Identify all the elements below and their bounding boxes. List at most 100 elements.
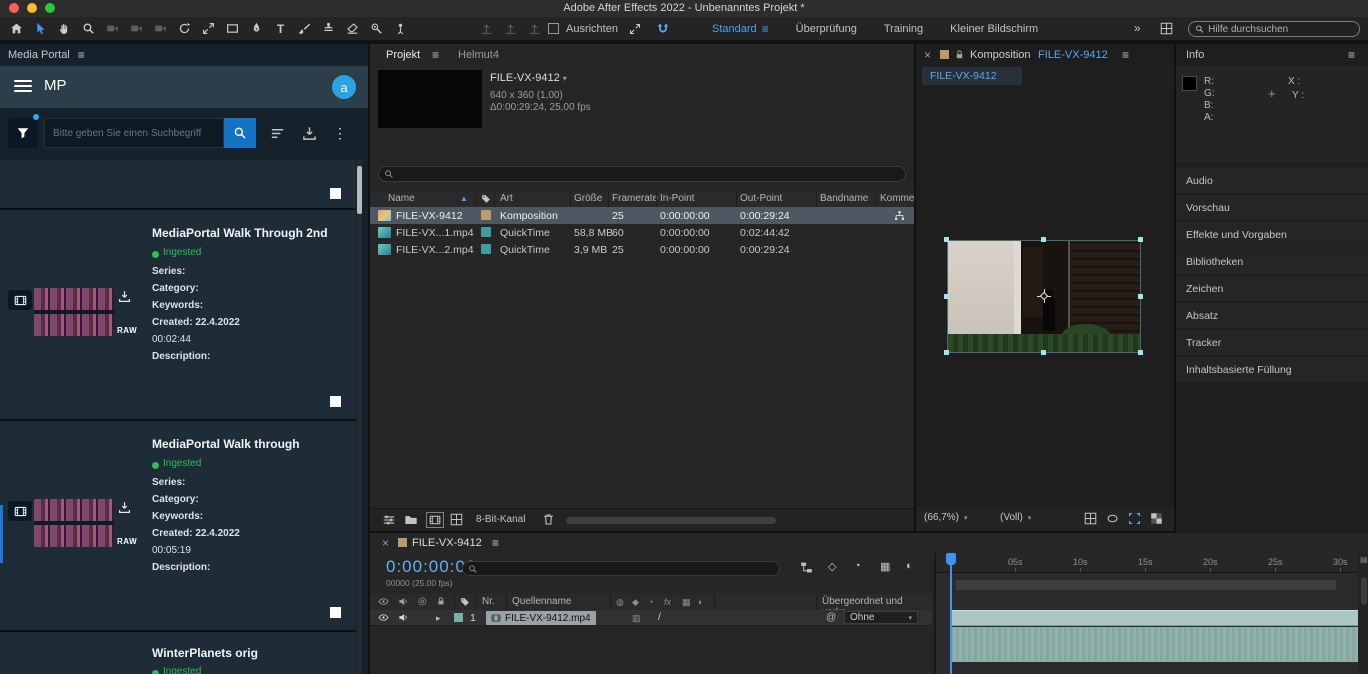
help-search-input[interactable] [1208,24,1353,35]
lock-column-icon[interactable] [436,596,446,606]
label-color-swatch[interactable] [481,210,491,220]
card-checkbox[interactable] [330,396,341,407]
pen-tool-icon[interactable] [246,17,267,40]
hand-tool-icon[interactable] [54,17,75,40]
hide-shy-layers-icon[interactable]: ◔ [854,560,861,572]
layer-switch-icon[interactable]: ▥ [632,613,641,624]
close-icon[interactable]: × [382,536,389,550]
panel-menu-icon[interactable]: ≡ [1122,48,1129,62]
media-card-partial[interactable] [0,160,356,208]
column-divider[interactable] [476,191,477,207]
work-area-bar[interactable] [950,580,1342,590]
tab-projekt[interactable]: Projekt [386,49,420,61]
timeline-tab[interactable]: FILE-VX-9412 [412,537,482,549]
close-icon[interactable]: × [924,48,931,62]
panel-tab-inhaltsbasierte-fuellung[interactable]: Inhaltsbasierte Füllung [1176,357,1368,382]
axis-mode-world-icon[interactable] [500,17,521,40]
time-ruler[interactable]: 05s 10s 15s 20s 25s 30s [936,553,1368,573]
workspace-overflow-chevron[interactable]: » [1134,21,1141,35]
column-divider[interactable] [608,191,609,207]
viewer-tab[interactable]: FILE-VX-9412 [922,67,1022,85]
filmstrip-thumbnails[interactable] [34,499,114,547]
home-tool-icon[interactable] [6,17,27,40]
workspace-tab-training[interactable]: Training [884,23,923,35]
solo-column-icon[interactable]: ◎ [418,596,427,607]
align-checkbox[interactable] [548,23,559,34]
pan-camera-tool-icon[interactable] [126,17,147,40]
column-name[interactable]: Name [388,193,415,204]
filter-button[interactable] [8,118,38,148]
card-checkbox[interactable] [330,607,341,618]
color-depth-button[interactable]: 8-Bit-Kanal [476,514,525,525]
layer-row[interactable]: ▸ 1 FILE-VX-9412.mp4 ▥ / @ Ohne ▾ [370,610,932,626]
layer-color-swatch[interactable] [454,613,463,622]
column-bandname[interactable]: Bandname [820,193,868,204]
layer-visibility-eye-icon[interactable] [378,612,389,623]
workspace-switcher-icon[interactable] [1156,17,1177,40]
new-folder-icon[interactable] [404,513,418,527]
resolution-dropdown[interactable]: (Voll) ▾ [1000,512,1031,523]
column-framerate[interactable]: Framerate [612,193,658,204]
horizontal-scrollbar[interactable] [566,517,776,524]
workspace-tab-kleiner-bildschirm[interactable]: Kleiner Bildschirm [950,23,1038,35]
column-divider[interactable] [816,191,817,207]
table-row-footage[interactable]: FILE-VX...2.mp4 QuickTime 3,9 MB 25 0:00… [370,241,914,258]
eraser-tool-icon[interactable] [342,17,363,40]
workspace-tab-standard[interactable]: Standard ≡ [712,22,769,36]
type-tool-icon[interactable]: T [270,17,291,40]
table-row-composition[interactable]: FILE-VX-9412 Komposition 25 0:00:00:00 0… [370,207,914,224]
switch-header-icon[interactable]: ◍ [616,597,624,608]
mini-flowchart-icon[interactable] [800,561,813,574]
column-divider[interactable] [454,594,455,610]
quality-switch-icon[interactable]: / [658,612,661,623]
playhead-handle[interactable] [946,553,956,565]
zoom-dropdown[interactable]: (66,7%) ▾ [924,512,968,523]
download-icon[interactable] [118,501,131,514]
column-in-point[interactable]: In-Point [660,193,694,204]
selection-handle[interactable] [1138,294,1143,299]
timeline-search-input[interactable] [482,563,774,574]
transparency-grid-icon[interactable] [1150,512,1163,525]
column-divider[interactable] [714,594,715,610]
media-card[interactable]: MediaPortal Walk through Ingested Series… [0,421,356,630]
audio-column-speaker-icon[interactable] [398,596,409,607]
selection-tool-icon[interactable] [30,17,51,40]
panel-menu-icon[interactable]: ≡ [1348,48,1355,62]
parent-dropdown[interactable]: Ohne ▾ [844,611,918,624]
table-row-footage[interactable]: FILE-VX...1.mp4 QuickTime 58,8 MB 60 0:0… [370,224,914,241]
selection-handle[interactable] [1041,237,1046,242]
column-quellenname[interactable]: Quellenname [512,596,571,607]
column-divider[interactable] [736,191,737,207]
media-card[interactable]: WinterPlanets orig Ingested [0,632,356,674]
download-list-icon[interactable] [298,122,320,144]
selection-handle[interactable] [1041,350,1046,355]
selection-handle[interactable] [1138,237,1143,242]
label-color-swatch[interactable] [398,538,407,547]
workspace-tab-ueberpruefung[interactable]: Überprüfung [796,23,857,35]
panel-menu-icon[interactable]: ≡ [492,536,499,550]
column-art[interactable]: Art [500,193,513,204]
label-color-swatch[interactable] [481,244,491,254]
avatar[interactable]: a [332,75,356,99]
snap-icon[interactable] [653,17,674,40]
panel-tab-zeichen[interactable]: Zeichen [1176,276,1368,301]
column-divider[interactable] [570,191,571,207]
switch-header-icon[interactable]: ◔ [648,597,653,607]
label-color-swatch[interactable] [481,227,491,237]
panel-menu-icon[interactable]: ≡ [432,48,439,62]
project-search-input[interactable] [398,169,900,180]
selection-handle[interactable] [944,237,949,242]
layer-audio-speaker-icon[interactable] [398,612,409,623]
panel-tab-vorschau[interactable]: Vorschau [1176,195,1368,220]
rotate-tool-icon[interactable] [174,17,195,40]
axis-mode-view-icon[interactable] [524,17,545,40]
vertical-scrollbar[interactable] [1361,577,1367,605]
scrollbar-track[interactable] [357,160,362,674]
column-nr[interactable]: Nr. [482,596,495,607]
brush-tool-icon[interactable] [294,17,315,40]
panel-box-icon[interactable]: ▤ [1360,555,1368,564]
column-kommentar[interactable]: Komme [880,193,914,204]
dolly-camera-tool-icon[interactable] [150,17,171,40]
selection-handle[interactable] [1138,350,1143,355]
switch-header-icon[interactable]: ▦ [682,597,691,608]
